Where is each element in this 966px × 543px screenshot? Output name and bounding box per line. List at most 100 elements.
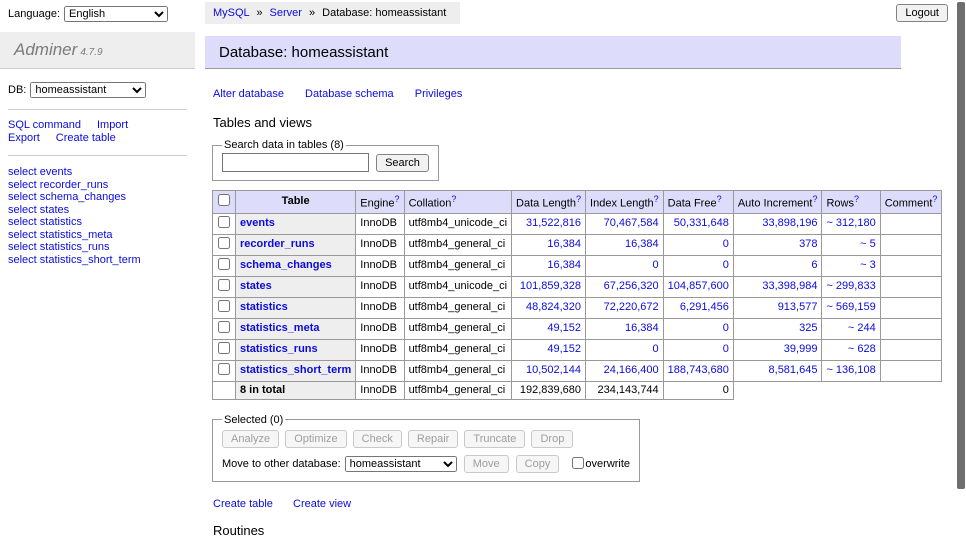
- table-name-link[interactable]: recorder_runs: [240, 238, 315, 250]
- select-events-link[interactable]: select events: [8, 166, 72, 178]
- data-length-link[interactable]: 48,824,320: [526, 301, 581, 313]
- analyze-button[interactable]: Analyze: [222, 430, 279, 448]
- select-statistics-meta-link[interactable]: select statistics_meta: [8, 229, 113, 241]
- select-states-link[interactable]: select states: [8, 204, 69, 216]
- row-checkbox[interactable]: [218, 300, 230, 312]
- privileges-link[interactable]: Privileges: [415, 88, 463, 100]
- create-table-link-sidebar[interactable]: Create table: [56, 132, 116, 144]
- search-button[interactable]: Search: [376, 154, 429, 172]
- rows-count-link[interactable]: ~ 136,108: [826, 364, 875, 376]
- rows-count-link[interactable]: ~ 3: [860, 259, 876, 271]
- truncate-button[interactable]: Truncate: [464, 430, 525, 448]
- drop-button[interactable]: Drop: [531, 430, 573, 448]
- search-input[interactable]: [222, 153, 369, 172]
- create-view-link[interactable]: Create view: [293, 498, 351, 510]
- row-checkbox[interactable]: [218, 363, 230, 375]
- select-statistics-short-term-link[interactable]: select statistics_short_term: [8, 254, 141, 266]
- select-statistics-link[interactable]: select statistics: [8, 216, 82, 228]
- rows-count-link[interactable]: ~ 312,180: [826, 217, 875, 229]
- index-length-link[interactable]: 16,384: [625, 322, 659, 334]
- check-button[interactable]: Check: [353, 430, 402, 448]
- copy-button[interactable]: Copy: [516, 455, 560, 473]
- database-schema-link[interactable]: Database schema: [305, 88, 394, 100]
- index-length-link[interactable]: 72,220,672: [604, 301, 659, 313]
- db-select[interactable]: homeassistant: [30, 82, 146, 98]
- data-length-link[interactable]: 16,384: [547, 259, 581, 271]
- data-free-link[interactable]: 0: [723, 238, 729, 250]
- row-checkbox[interactable]: [218, 216, 230, 228]
- auto-increment-link[interactable]: 39,999: [784, 343, 818, 355]
- rows-count-link[interactable]: ~ 244: [848, 322, 876, 334]
- auto-increment-link[interactable]: 6: [811, 259, 817, 271]
- rows-count-link[interactable]: ~ 569,159: [826, 301, 875, 313]
- rows-help-link[interactable]: ?: [854, 194, 859, 204]
- vertical-scrollbar[interactable]: [955, 0, 966, 543]
- table-name-link[interactable]: statistics_meta: [240, 322, 320, 334]
- overwrite-checkbox[interactable]: [572, 457, 584, 469]
- data-length-link[interactable]: 10,502,144: [526, 364, 581, 376]
- data-free-link[interactable]: 188,743,680: [668, 364, 729, 376]
- repair-button[interactable]: Repair: [408, 430, 458, 448]
- auto-increment-link[interactable]: 33,898,196: [762, 217, 817, 229]
- data-free-link[interactable]: 104,857,600: [668, 280, 729, 292]
- data-free-link[interactable]: 0: [723, 322, 729, 334]
- breadcrumb-server-link[interactable]: Server: [270, 7, 302, 19]
- move-database-select[interactable]: homeassistant: [345, 456, 457, 472]
- data-length-link[interactable]: 101,859,328: [520, 280, 581, 292]
- table-name-link[interactable]: states: [240, 280, 272, 292]
- data-free-link[interactable]: 50,331,648: [674, 217, 729, 229]
- data-free-link[interactable]: 6,291,456: [680, 301, 729, 313]
- auto-increment-link[interactable]: 325: [799, 322, 817, 334]
- data-length-link[interactable]: 31,522,816: [526, 217, 581, 229]
- row-checkbox[interactable]: [218, 258, 230, 270]
- index-length-link[interactable]: 0: [653, 259, 659, 271]
- index-length-link[interactable]: 70,467,584: [604, 217, 659, 229]
- auto-increment-help-link[interactable]: ?: [812, 194, 817, 204]
- logout-button[interactable]: Logout: [896, 4, 948, 22]
- index-length-help-link[interactable]: ?: [654, 194, 659, 204]
- data-length-link[interactable]: 16,384: [547, 238, 581, 250]
- select-statistics-runs-link[interactable]: select statistics_runs: [8, 241, 109, 253]
- index-length-link[interactable]: 16,384: [625, 238, 659, 250]
- language-select[interactable]: English: [64, 6, 168, 22]
- data-length-help-link[interactable]: ?: [576, 194, 581, 204]
- rows-count-link[interactable]: ~ 5: [860, 238, 876, 250]
- index-length-link[interactable]: 24,166,400: [604, 364, 659, 376]
- move-button[interactable]: Move: [464, 455, 509, 473]
- select-recorder-runs-link[interactable]: select recorder_runs: [8, 179, 108, 191]
- data-free-help-link[interactable]: ?: [717, 194, 722, 204]
- auto-increment-link[interactable]: 8,581,645: [769, 364, 818, 376]
- export-link[interactable]: Export: [8, 132, 40, 144]
- table-name-link[interactable]: statistics: [240, 301, 288, 313]
- rows-count-link[interactable]: ~ 628: [848, 343, 876, 355]
- row-checkbox[interactable]: [218, 237, 230, 249]
- table-name-link[interactable]: statistics_runs: [240, 343, 318, 355]
- engine-help-link[interactable]: ?: [395, 194, 400, 204]
- table-name-link[interactable]: events: [240, 217, 275, 229]
- import-link[interactable]: Import: [97, 119, 128, 131]
- sql-command-link[interactable]: SQL command: [8, 119, 81, 131]
- table-name-link[interactable]: schema_changes: [240, 259, 332, 271]
- select-all-checkbox[interactable]: [218, 194, 230, 206]
- index-length-link[interactable]: 0: [653, 343, 659, 355]
- select-schema-changes-link[interactable]: select schema_changes: [8, 191, 126, 203]
- collation-help-link[interactable]: ?: [451, 194, 456, 204]
- table-name-link[interactable]: statistics_short_term: [240, 364, 351, 376]
- auto-increment-link[interactable]: 913,577: [778, 301, 818, 313]
- index-length-link[interactable]: 67,256,320: [604, 280, 659, 292]
- row-checkbox[interactable]: [218, 279, 230, 291]
- data-free-link[interactable]: 0: [723, 259, 729, 271]
- alter-database-link[interactable]: Alter database: [213, 88, 284, 100]
- rows-count-link[interactable]: ~ 299,833: [826, 280, 875, 292]
- data-free-link[interactable]: 0: [723, 343, 729, 355]
- create-table-link[interactable]: Create table: [213, 498, 273, 510]
- scrollbar-thumb[interactable]: [957, 2, 965, 489]
- breadcrumb-mysql-link[interactable]: MySQL: [213, 7, 249, 19]
- auto-increment-link[interactable]: 33,398,984: [762, 280, 817, 292]
- data-length-link[interactable]: 49,152: [547, 343, 581, 355]
- auto-increment-link[interactable]: 378: [799, 238, 817, 250]
- row-checkbox[interactable]: [218, 342, 230, 354]
- optimize-button[interactable]: Optimize: [285, 430, 346, 448]
- row-checkbox[interactable]: [218, 321, 230, 333]
- data-length-link[interactable]: 49,152: [547, 322, 581, 334]
